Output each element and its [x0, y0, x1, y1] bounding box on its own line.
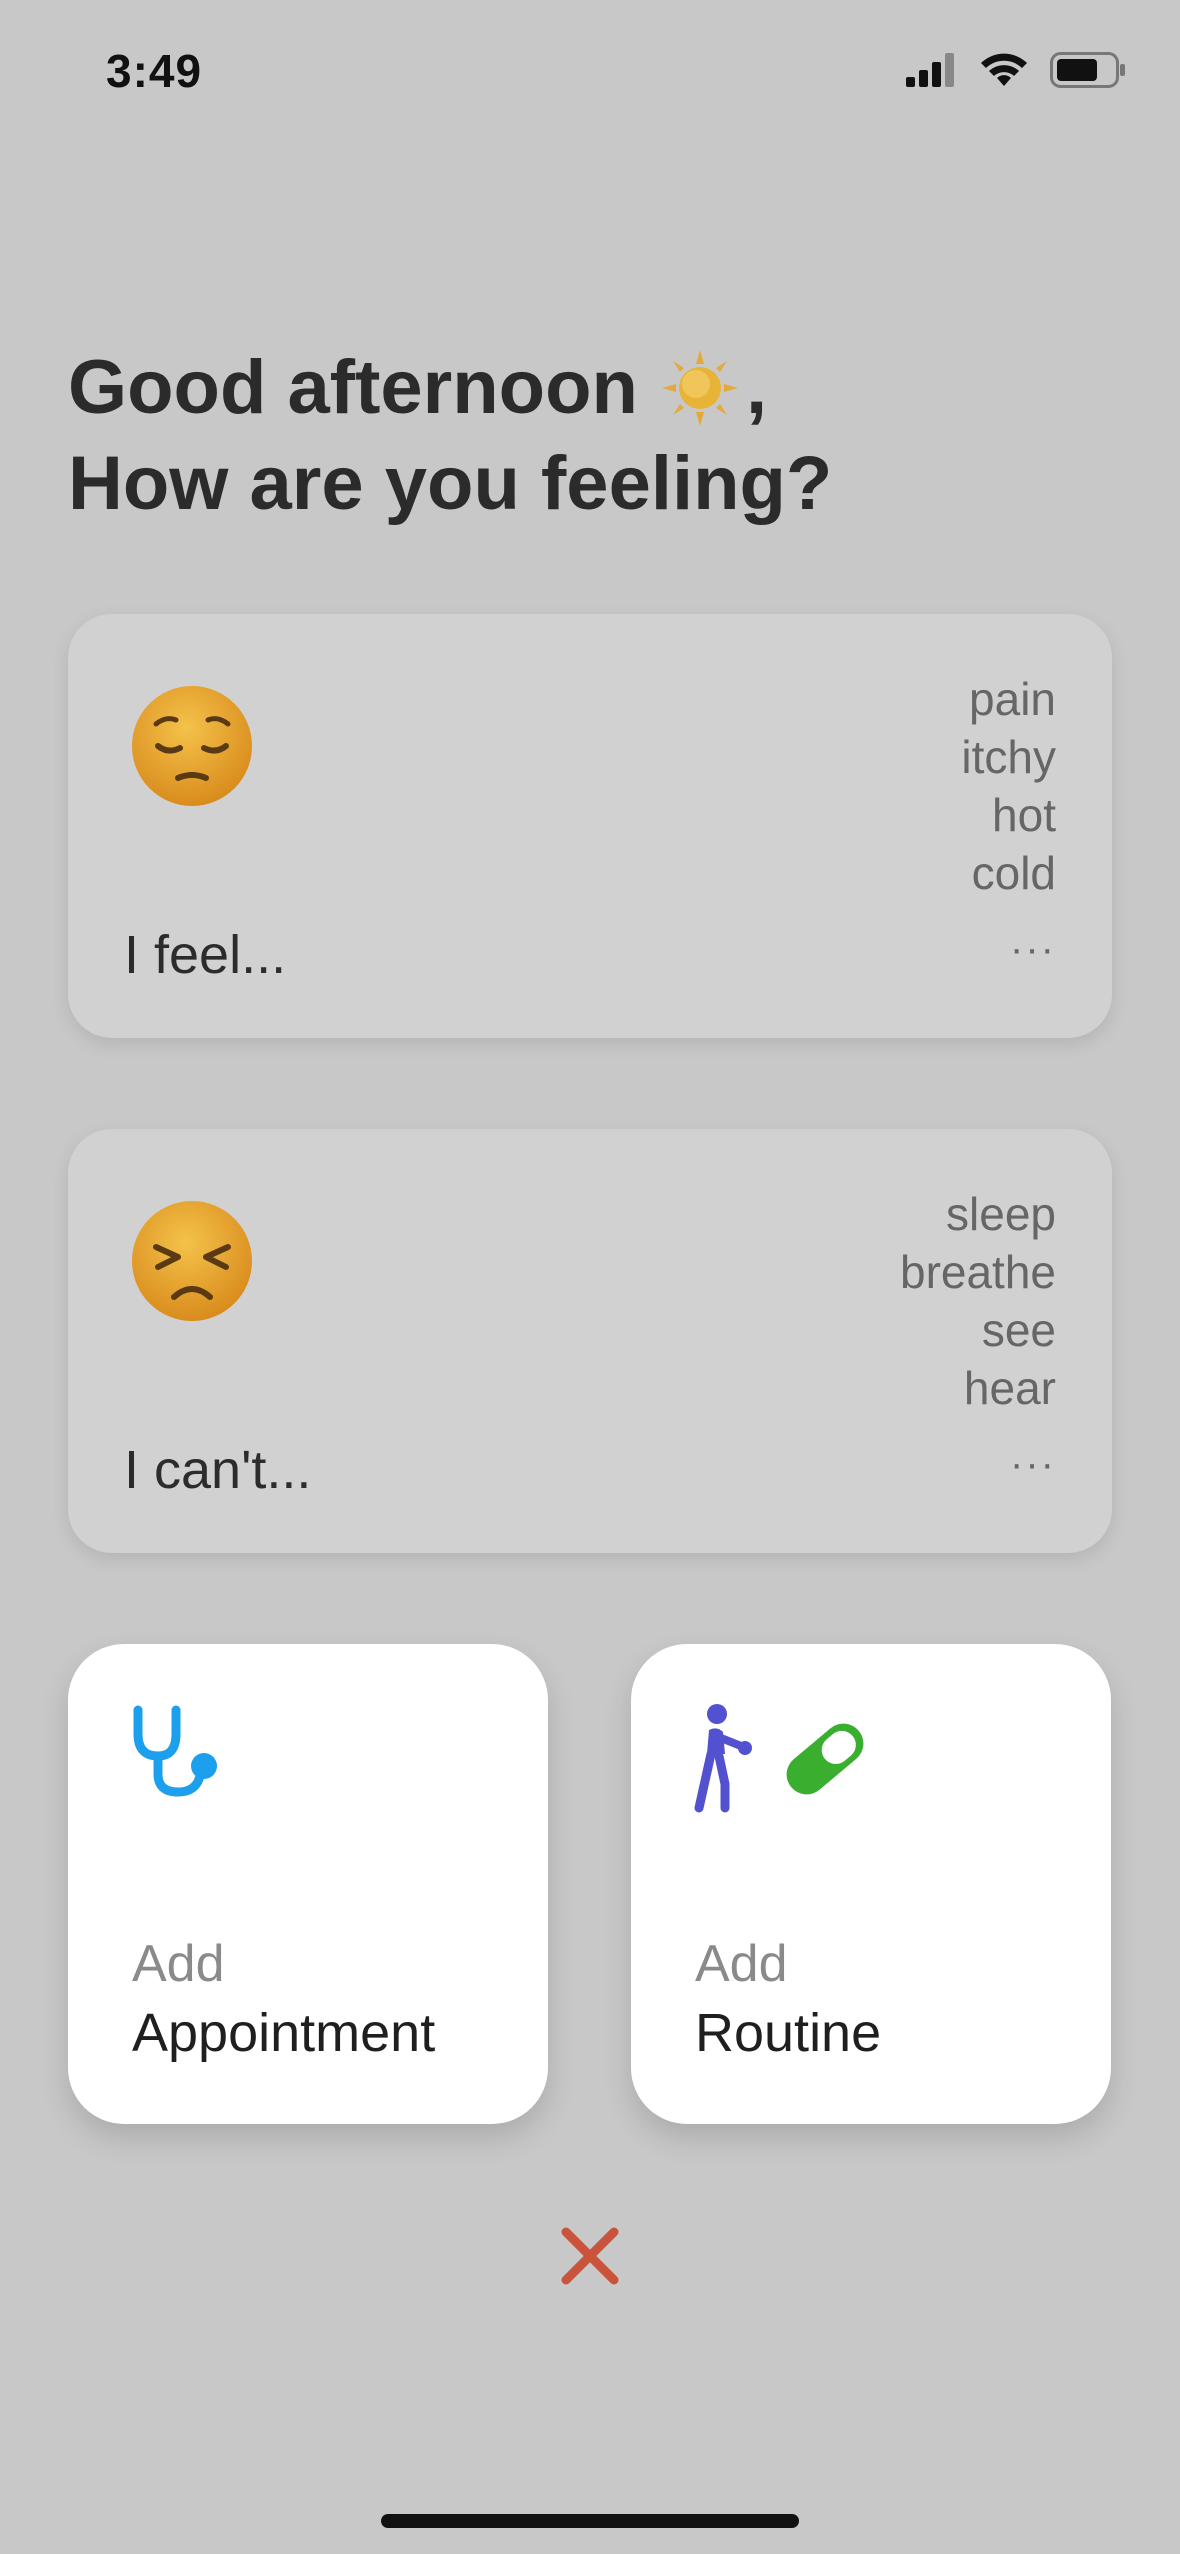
battery-icon: [1050, 52, 1125, 88]
routine-icons: [693, 1704, 873, 1814]
feel-more-ellipsis[interactable]: ···: [1010, 927, 1056, 972]
cant-option-see[interactable]: see: [900, 1301, 1056, 1359]
add-routine-button[interactable]: Add Routine: [631, 1644, 1111, 2124]
greeting: Good afternoon , How are you feeling?: [68, 340, 832, 532]
screen: 3:49 Good afternoon , How are you feelin…: [0, 0, 1180, 2554]
feel-option-pain[interactable]: pain: [961, 670, 1056, 728]
home-indicator[interactable]: [381, 2514, 799, 2528]
pensive-face-icon: [132, 686, 252, 806]
stethoscope-icon: [133, 1705, 217, 1797]
sun-icon: [660, 348, 740, 428]
routine-add-label: Add: [695, 1935, 788, 1993]
status-time: 3:49: [106, 45, 203, 97]
cant-more-ellipsis[interactable]: ···: [1010, 1442, 1056, 1487]
greeting-line-1: Good afternoon: [68, 345, 638, 430]
i-feel-label: I feel...: [124, 925, 287, 985]
status-icons: [906, 52, 1126, 88]
exercise-figure-icon: [694, 1704, 752, 1813]
feel-options: pain itchy hot cold: [961, 670, 1056, 902]
greeting-line-2: How are you feeling?: [68, 441, 833, 526]
cellular-signal-icon: [906, 53, 954, 87]
add-appointment-button[interactable]: Add Appointment: [68, 1644, 548, 2124]
cant-option-breathe[interactable]: breathe: [900, 1243, 1056, 1301]
routine-title: Routine: [695, 2003, 882, 2063]
i-cant-label: I can't...: [124, 1440, 312, 1500]
feel-option-cold[interactable]: cold: [961, 844, 1056, 902]
feel-option-hot[interactable]: hot: [961, 786, 1056, 844]
cant-option-hear[interactable]: hear: [900, 1359, 1056, 1417]
cant-option-sleep[interactable]: sleep: [900, 1185, 1056, 1243]
persevering-face-icon: [132, 1201, 252, 1321]
greeting-comma: ,: [745, 345, 768, 430]
appointment-icons: [130, 1704, 226, 1800]
appointment-title: Appointment: [132, 2003, 436, 2063]
close-icon[interactable]: [560, 2226, 620, 2286]
i-cant-card[interactable]: sleep breathe see hear ··· I can't...: [68, 1129, 1112, 1553]
appointment-add-label: Add: [132, 1935, 225, 1993]
wifi-icon: [981, 53, 1027, 86]
cant-options: sleep breathe see hear: [900, 1185, 1056, 1417]
i-feel-card[interactable]: pain itchy hot cold ··· I feel...: [68, 614, 1112, 1038]
pill-icon: [786, 1723, 864, 1795]
feel-option-itchy[interactable]: itchy: [961, 728, 1056, 786]
